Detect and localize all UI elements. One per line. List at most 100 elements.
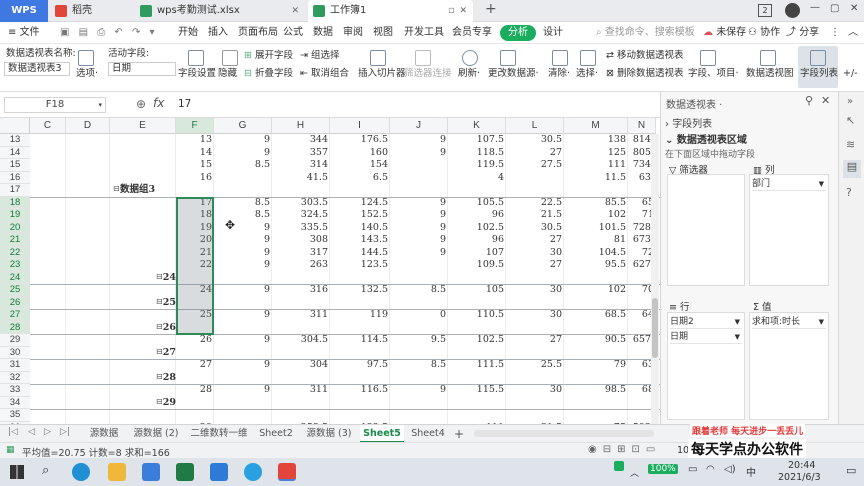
table-cell[interactable]: 8.5: [390, 284, 448, 297]
menu-insert[interactable]: 插入: [208, 22, 228, 44]
menu-page-layout[interactable]: 页面布局: [238, 22, 278, 44]
table-cell[interactable]: 107: [448, 247, 506, 260]
help-icon[interactable]: ?: [846, 186, 852, 199]
fields-items-button[interactable]: 字段、项目·: [688, 68, 739, 80]
refresh-button[interactable]: 刷新·: [458, 68, 480, 80]
select-tool-icon[interactable]: ↖: [846, 114, 855, 127]
tab-daoke[interactable]: 稻壳: [50, 0, 130, 22]
field-list-button[interactable]: 字段列表: [798, 46, 838, 88]
show-expand-buttons[interactable]: +/-: [843, 68, 858, 80]
select-button[interactable]: 选择·: [576, 68, 598, 80]
table-cell[interactable]: 30.5: [506, 134, 564, 147]
row-header[interactable]: 26: [0, 296, 30, 309]
row-header[interactable]: 33: [0, 384, 30, 397]
row-group-label[interactable]: 27: [110, 347, 176, 360]
column-header-m[interactable]: M: [564, 118, 628, 134]
pivot-panel-toggle-icon[interactable]: ▤: [843, 160, 861, 178]
sheet-tab[interactable]: 二维数转一维: [186, 425, 252, 443]
menu-analyze[interactable]: 分析: [500, 25, 536, 41]
table-cell[interactable]: 111.5: [448, 359, 506, 372]
browser-icon[interactable]: [244, 463, 262, 481]
clear-button[interactable]: 清除·: [548, 68, 570, 80]
table-cell[interactable]: 101.5: [564, 222, 628, 235]
store-icon[interactable]: [142, 463, 160, 481]
table-cell[interactable]: 9: [214, 247, 272, 260]
menu-review[interactable]: 审阅: [343, 22, 363, 44]
volume-icon[interactable]: ◁): [724, 464, 736, 475]
row-header[interactable]: 34: [0, 396, 30, 409]
close-tab-icon[interactable]: ✕: [291, 0, 299, 22]
row-header[interactable]: 23: [0, 259, 30, 272]
table-cell[interactable]: 176.5: [330, 134, 390, 147]
notification-icon[interactable]: ▭: [846, 464, 856, 477]
file-explorer-icon[interactable]: [108, 463, 126, 481]
search-icon[interactable]: ⌕: [42, 463, 49, 478]
table-cell[interactable]: 27: [506, 334, 564, 347]
table-cell[interactable]: 154: [330, 159, 390, 172]
table-cell[interactable]: 98.5: [564, 384, 628, 397]
table-cell[interactable]: 9.5: [390, 334, 448, 347]
group-selection-button[interactable]: ⇥ 组选择: [300, 50, 340, 62]
table-cell[interactable]: 119.5: [448, 159, 506, 172]
row-group-label[interactable]: 26: [110, 322, 176, 335]
row-header[interactable]: 14: [0, 146, 30, 159]
row-header[interactable]: 21: [0, 234, 30, 247]
table-cell[interactable]: 124.5: [330, 197, 390, 210]
window-count-icon[interactable]: 2: [758, 4, 772, 17]
row-header[interactable]: 27: [0, 309, 30, 322]
table-cell[interactable]: 102: [564, 209, 628, 222]
menu-developer[interactable]: 开发工具: [404, 22, 444, 44]
row-group-label[interactable]: 29: [110, 397, 176, 410]
table-cell[interactable]: 26: [176, 334, 214, 347]
network-icon[interactable]: ▭: [688, 464, 697, 475]
value-field-item[interactable]: 求和项:时长 ▼: [752, 316, 826, 329]
table-cell[interactable]: 96: [448, 209, 506, 222]
table-cell[interactable]: 8.5: [214, 197, 272, 210]
table-cell[interactable]: 9: [214, 384, 272, 397]
table-cell[interactable]: 110.5: [448, 309, 506, 322]
green-tray-icon[interactable]: [614, 461, 624, 471]
column-header-h[interactable]: H: [272, 118, 330, 134]
table-cell[interactable]: 138: [564, 134, 628, 147]
file-menu[interactable]: ≡ 文件: [8, 22, 40, 44]
table-cell[interactable]: 140.5: [330, 222, 390, 235]
change-source-button[interactable]: 更改数据源·: [488, 68, 539, 80]
row-header[interactable]: 15: [0, 159, 30, 172]
column-header-i[interactable]: I: [330, 118, 390, 134]
sheet-tab[interactable]: Sheet4: [406, 425, 450, 443]
tray-chevron-icon[interactable]: ︿: [630, 466, 639, 479]
table-cell[interactable]: 144.5: [330, 247, 390, 260]
table-cell[interactable]: 9: [214, 309, 272, 322]
table-cell[interactable]: 105: [448, 284, 506, 297]
select-all-corner[interactable]: [0, 118, 30, 134]
menu-data[interactable]: 数据: [313, 22, 333, 44]
table-cell[interactable]: 143.5: [330, 234, 390, 247]
insert-slicer-button[interactable]: 插入切片器: [358, 68, 406, 80]
field-list-section[interactable]: › 字段列表: [665, 115, 712, 130]
row-header[interactable]: 29: [0, 334, 30, 347]
search-box[interactable]: ⌕ 查找命令、搜索模板: [596, 22, 695, 44]
table-cell[interactable]: 9: [390, 384, 448, 397]
table-cell[interactable]: 111: [564, 159, 628, 172]
move-pivot-button[interactable]: ⇄ 移动数据透视表: [606, 50, 684, 62]
table-cell[interactable]: 308: [272, 234, 330, 247]
row-header[interactable]: 22: [0, 246, 30, 259]
row-header[interactable]: 17: [0, 184, 30, 197]
table-cell[interactable]: 132.5: [330, 284, 390, 297]
maximize-icon[interactable]: ▢: [830, 3, 839, 14]
table-cell[interactable]: 9: [214, 222, 272, 235]
table-cell[interactable]: 13: [176, 134, 214, 147]
view-icons[interactable]: ◉⊟⊞⊡▭: [588, 444, 661, 455]
active-field-input[interactable]: 日期: [108, 62, 176, 76]
columns-area[interactable]: 部门 ▼: [749, 174, 829, 286]
table-cell[interactable]: 30: [506, 247, 564, 260]
table-cell[interactable]: 4: [448, 172, 506, 185]
table-cell[interactable]: 0: [390, 309, 448, 322]
table-cell[interactable]: 9: [214, 234, 272, 247]
table-cell[interactable]: 30.5: [506, 222, 564, 235]
table-cell[interactable]: 357: [272, 147, 330, 160]
row-header[interactable]: 19: [0, 209, 30, 222]
table-cell[interactable]: 28: [176, 384, 214, 397]
table-cell[interactable]: 311: [272, 384, 330, 397]
unsaved-button[interactable]: ☁ 未保存: [703, 22, 746, 44]
